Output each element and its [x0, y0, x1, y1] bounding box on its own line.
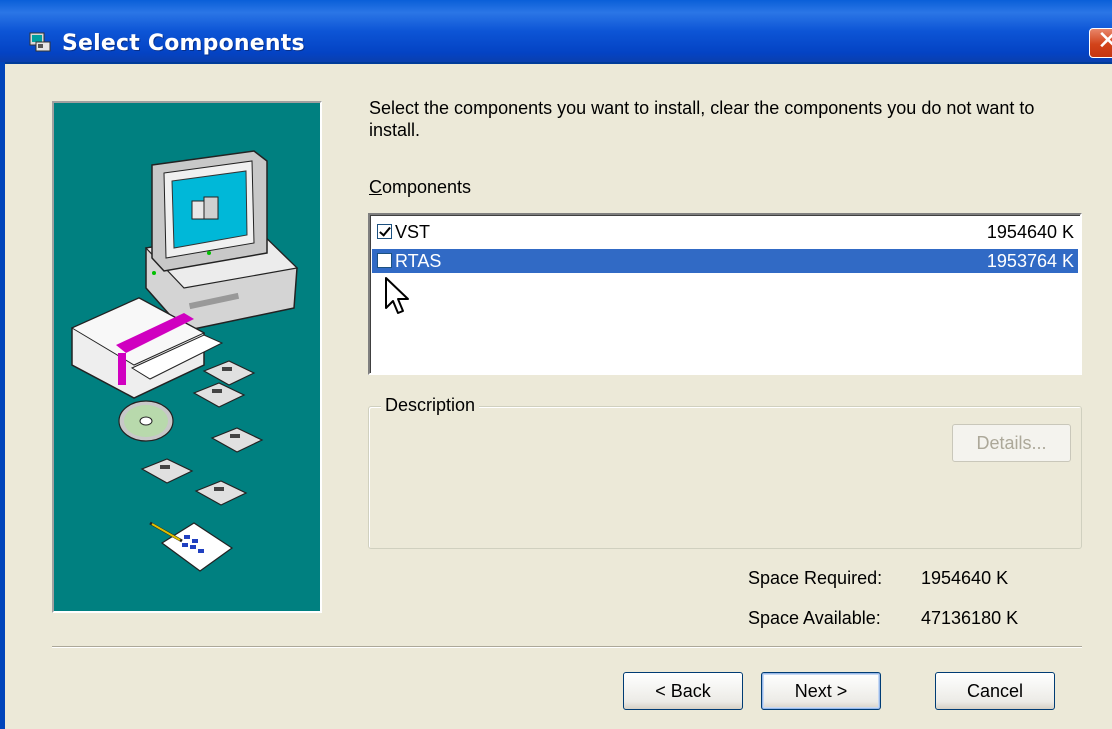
footer-separator [52, 646, 1082, 648]
components-label: Components [369, 177, 471, 198]
space-available-label: Space Available: [748, 608, 881, 628]
computer-illustration-icon [70, 150, 299, 572]
components-label-mnemonic: C [369, 177, 382, 197]
mouse-cursor-icon [385, 277, 409, 314]
close-button[interactable]: ✕ [1089, 26, 1112, 58]
back-button-label: < Back [655, 681, 711, 701]
component-size: 1954640 K [986, 222, 1074, 242]
components-listbox[interactable]: VST 1954640 K RTAS 1953764 K [368, 213, 1082, 375]
wizard-illustration [52, 101, 322, 613]
component-name: VST [395, 222, 431, 242]
window-title: Select Components [62, 31, 305, 56]
component-row-vst[interactable]: VST 1954640 K [372, 220, 1078, 244]
component-row-rtas[interactable]: RTAS 1953764 K [372, 249, 1078, 273]
details-button[interactable]: Details... [952, 424, 1071, 462]
back-button[interactable]: < Back [623, 672, 743, 710]
description-legend: Description [381, 395, 480, 416]
close-icon: ✕ [1097, 26, 1112, 56]
instructions-text: Select the components you want to instal… [369, 98, 1035, 140]
setup-icon [29, 32, 51, 52]
space-required-label: Space Required: [748, 568, 883, 588]
window-frame [0, 62, 5, 729]
components-label-rest: omponents [382, 177, 472, 197]
details-button-label: Details... [976, 433, 1047, 453]
cancel-button[interactable]: Cancel [935, 672, 1055, 710]
title-bar[interactable]: Select Components ✕ [0, 0, 1112, 64]
cancel-button-label: Cancel [966, 681, 1024, 701]
component-name: RTAS [395, 251, 442, 271]
space-available-value: 47136180 K [921, 608, 1019, 628]
next-button[interactable]: Next > [761, 672, 881, 710]
rtas-checkbox[interactable] [377, 253, 392, 268]
vst-checkbox[interactable] [377, 224, 392, 239]
description-group: Description Details... [368, 395, 1082, 549]
space-required-value: 1954640 K [921, 568, 1009, 588]
next-button-label: Next > [794, 681, 848, 701]
component-size: 1953764 K [986, 251, 1074, 271]
